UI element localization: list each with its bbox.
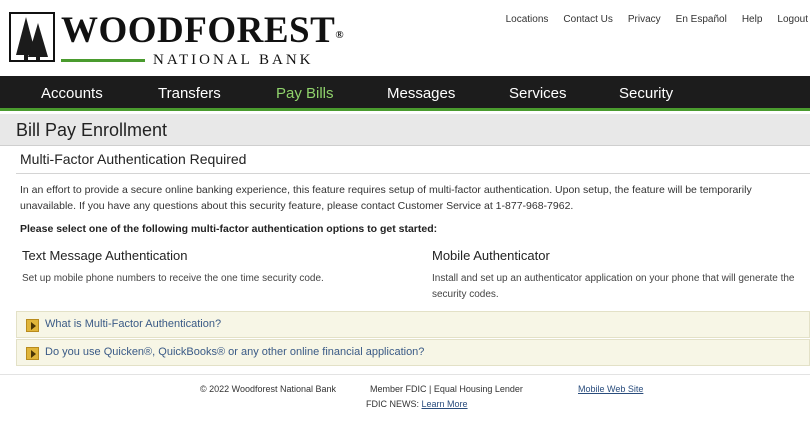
expand-arrow-icon [26, 347, 39, 360]
nav-pay-bills[interactable]: Pay Bills [276, 85, 334, 102]
nav-accounts[interactable]: Accounts [41, 85, 103, 102]
logo-subtitle: NATIONAL BANK [153, 52, 314, 68]
accordion-label: What is Multi-Factor Authentication? [45, 318, 222, 330]
accordion-what-is-mfa[interactable]: What is Multi-Factor Authentication? [16, 311, 810, 338]
link-en-espanol[interactable]: En Español [676, 14, 727, 25]
logo-subline: NATIONAL BANK [61, 52, 344, 69]
page-title-bar: Bill Pay Enrollment [0, 114, 810, 146]
main-nav: Accounts Transfers Pay Bills Messages Se… [0, 76, 810, 111]
link-privacy[interactable]: Privacy [628, 14, 661, 25]
nav-services[interactable]: Services [509, 85, 567, 102]
section-divider [16, 173, 810, 174]
option-mobile-authenticator-description: Install and set up an authenticator appl… [432, 273, 795, 300]
member-fdic-text: Member FDIC | Equal Housing Lender [370, 384, 523, 394]
instruction-text: Please select one of the following multi… [20, 223, 438, 235]
site-header: WOODFOREST® NATIONAL BANK Locations Cont… [0, 0, 810, 76]
logo-text: WOODFOREST® NATIONAL BANK [61, 12, 344, 69]
mobile-web-site-link[interactable]: Mobile Web Site [578, 384, 643, 394]
section-subtitle: Multi-Factor Authentication Required [20, 151, 247, 167]
fdic-news-label: FDIC NEWS: [366, 399, 419, 409]
bank-logo[interactable]: WOODFOREST® NATIONAL BANK [9, 12, 344, 69]
tree-logo-icon [9, 12, 55, 62]
nav-messages[interactable]: Messages [387, 85, 455, 102]
nav-security[interactable]: Security [619, 85, 673, 102]
option-mobile-authenticator-title[interactable]: Mobile Authenticator [432, 248, 550, 263]
link-logout[interactable]: Logout [777, 14, 808, 25]
link-contact-us[interactable]: Contact Us [563, 14, 612, 25]
utility-links: Locations Contact Us Privacy En Español … [506, 14, 808, 25]
copyright-text: © 2022 Woodforest National Bank [200, 384, 337, 394]
link-help[interactable]: Help [742, 14, 763, 25]
nav-transfers[interactable]: Transfers [158, 85, 221, 102]
option-text-message-title[interactable]: Text Message Authentication [22, 248, 188, 263]
accordion-quicken-quickbooks[interactable]: Do you use Quicken®, QuickBooks® or any … [16, 339, 810, 366]
fdic-news: FDIC NEWS: Learn More [366, 399, 468, 409]
accordion-label: Do you use Quicken®, QuickBooks® or any … [45, 346, 425, 358]
link-locations[interactable]: Locations [506, 14, 549, 25]
learn-more-link[interactable]: Learn More [422, 399, 468, 409]
logo-green-line [61, 59, 145, 62]
expand-arrow-icon [26, 319, 39, 332]
intro-text: In an effort to provide a secure online … [20, 184, 752, 212]
page-title: Bill Pay Enrollment [16, 120, 168, 140]
footer-divider [0, 374, 810, 375]
logo-wordmark: WOODFOREST® [61, 10, 345, 51]
option-text-message-description: Set up mobile phone numbers to receive t… [22, 273, 324, 284]
